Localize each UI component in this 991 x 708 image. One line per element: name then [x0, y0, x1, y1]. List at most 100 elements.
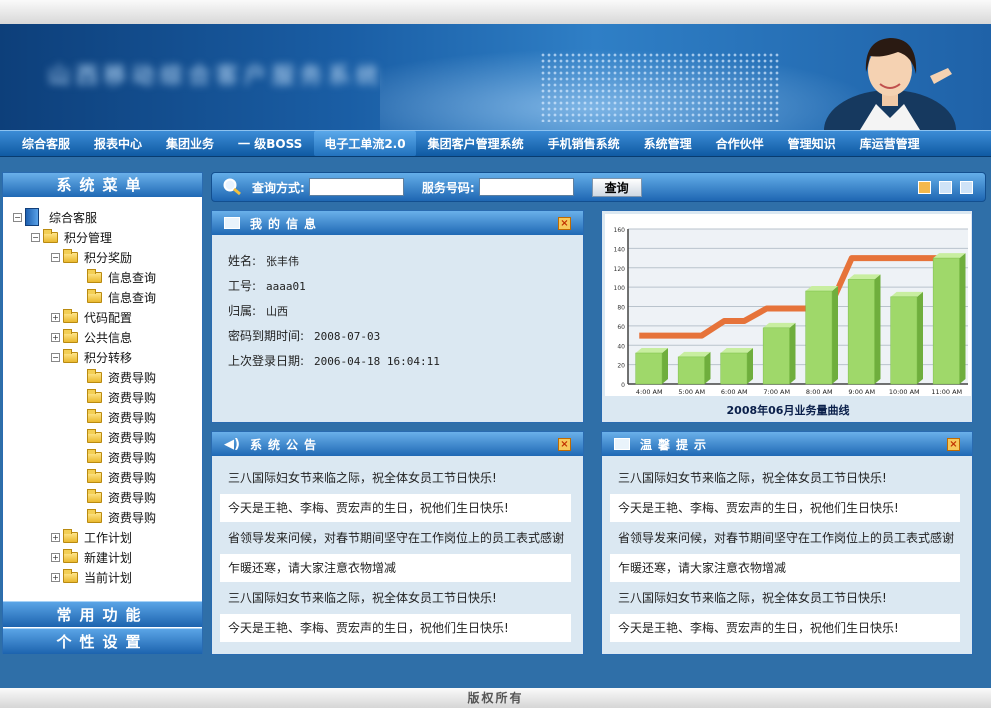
tree-node[interactable]: − 积分奖励 [3, 247, 202, 267]
expand-icon[interactable]: + [51, 552, 60, 562]
list-item[interactable]: 今天是王艳、李梅、贾宏声的生日，祝他们生日快乐! [610, 494, 960, 522]
tree-node-label: 积分奖励 [84, 250, 133, 265]
collapse-icon[interactable]: − [51, 252, 60, 262]
bar-side [704, 351, 711, 384]
tree-node[interactable]: − 积分转移 [3, 347, 202, 367]
tree-node[interactable]: + 代码配置 [3, 307, 202, 327]
tree-node-label: 资费导购 [108, 450, 157, 465]
list-item[interactable]: 省领导发来问候，对春节期间坚守在工作岗位上的员工表式感谢 [610, 524, 960, 552]
collapse-icon[interactable]: − [13, 212, 22, 222]
nav-item-inventory-operations[interactable]: 库运营管理 [848, 135, 932, 152]
tree-node-label: 积分转移 [84, 350, 133, 365]
list-item[interactable]: 乍暖还寒，请大家注意衣物增减 [220, 554, 571, 582]
y-tick-label: 140 [614, 246, 626, 253]
view-panel-icon[interactable] [939, 180, 952, 194]
tree-node[interactable]: 资费导购 [3, 487, 202, 507]
banner-dot-pattern [540, 52, 780, 122]
folder-icon [87, 368, 102, 383]
sidebar-personal-settings[interactable]: 个性设置 [3, 628, 202, 654]
collapse-icon[interactable]: − [31, 232, 40, 242]
folder-icon [63, 528, 78, 543]
list-item[interactable]: 乍暖还寒，请大家注意衣物增减 [610, 554, 960, 582]
tree-node[interactable]: + 新建计划 [3, 547, 202, 567]
tree-node[interactable]: − 积分管理 [3, 227, 202, 247]
bar [805, 290, 833, 385]
list-item[interactable]: 三八国际妇女节来临之际，祝全体女员工节日快乐! [220, 464, 571, 492]
tree-node[interactable]: + 公共信息 [3, 327, 202, 347]
view-list-icon[interactable] [918, 180, 931, 194]
nav-item-customer-service[interactable]: 综合客服 [10, 135, 82, 152]
nav-item-work-order[interactable]: 电子工单流2.0 [314, 131, 416, 156]
nav-item-report-center[interactable]: 报表中心 [82, 135, 154, 152]
list-item[interactable]: 今天是王艳、李梅、贾宏声的生日，祝他们生日快乐! [220, 494, 571, 522]
tree-node[interactable]: 信息查询 [3, 287, 202, 307]
nav-item-group-crm[interactable]: 集团客户管理系统 [416, 135, 536, 152]
tree-node-label: 资费导购 [108, 370, 157, 385]
my-info-header: 我的信息 × [212, 211, 583, 235]
tree-node-label: 当前计划 [84, 570, 133, 585]
x-tick-label: 4:00 AM [636, 388, 663, 396]
query-mode-input[interactable] [308, 178, 404, 196]
tree-node[interactable]: + 工作计划 [3, 527, 202, 547]
nav-item-system-management[interactable]: 系统管理 [632, 135, 704, 152]
tree-node[interactable]: 资费导购 [3, 507, 202, 527]
tree-node[interactable]: 信息查询 [3, 267, 202, 287]
tree-node[interactable]: 资费导购 [3, 467, 202, 487]
nav-item-boss[interactable]: 一 级BOSS [226, 135, 314, 152]
close-icon[interactable]: × [558, 217, 571, 230]
service-number-label: 服务号码: [421, 180, 475, 195]
folder-icon [63, 568, 78, 583]
close-icon[interactable]: × [558, 438, 571, 451]
nav-item-group-business[interactable]: 集团业务 [154, 135, 226, 152]
tree-node[interactable]: 资费导购 [3, 447, 202, 467]
close-icon[interactable]: × [947, 438, 960, 451]
tree-node-label: 信息查询 [108, 290, 157, 305]
tree-node[interactable]: + 当前计划 [3, 567, 202, 587]
search-bar: 查询方式: 服务号码: 查询 [211, 172, 986, 202]
info-row-region: 归属: 山西 [228, 304, 289, 318]
x-tick-label: 9:00 AM [848, 388, 875, 396]
expand-icon[interactable]: + [51, 532, 60, 542]
my-info-panel: 我的信息 × 姓名: 张丰伟 工号: aaaa01 归属: 山西 密码到期时间: 200… [211, 210, 584, 423]
tree-node-label: 公共信息 [84, 330, 133, 345]
list-item[interactable]: 省领导发来问候，对春节期间坚守在工作岗位上的员工表式感谢 [220, 524, 571, 552]
query-button[interactable]: 查询 [591, 177, 642, 197]
bar-side [789, 322, 796, 384]
tree-node[interactable]: 资费导购 [3, 367, 202, 387]
tree-node[interactable]: 资费导购 [3, 387, 202, 407]
copyright: 版权所有 [0, 688, 991, 708]
bar [847, 279, 875, 385]
expand-icon[interactable]: + [51, 332, 60, 342]
y-tick-label: 120 [614, 266, 626, 273]
nav-item-management-knowledge[interactable]: 管理知识 [776, 135, 848, 152]
book-icon [25, 208, 39, 226]
service-number-input[interactable] [478, 178, 574, 196]
tips-list: 三八国际妇女节来临之际，祝全体女员工节日快乐! 今天是王艳、李梅、贾宏声的生日，… [602, 456, 972, 642]
nav-item-partners[interactable]: 合作伙伴 [704, 135, 776, 152]
list-item[interactable]: 今天是王艳、李梅、贾宏声的生日，祝他们生日快乐! [610, 614, 960, 642]
collapse-icon[interactable]: − [51, 352, 60, 362]
list-item[interactable]: 三八国际妇女节来临之际，祝全体女员工节日快乐! [220, 584, 571, 612]
nav-item-phone-sales[interactable]: 手机销售系统 [536, 135, 632, 152]
bar-side [747, 348, 753, 384]
x-tick-label: 8:00 AM [806, 388, 833, 396]
bar-side [959, 253, 966, 384]
tree-node[interactable]: − 综合客服 [3, 207, 202, 227]
view-grid-icon[interactable] [960, 180, 973, 194]
folder-icon [87, 468, 102, 483]
expand-icon[interactable]: + [51, 572, 60, 582]
bar [720, 352, 748, 385]
list-item[interactable]: 三八国际妇女节来临之际，祝全体女员工节日快乐! [610, 464, 960, 492]
expand-icon[interactable]: + [51, 312, 60, 322]
tree-node[interactable]: 资费导购 [3, 427, 202, 447]
folder-icon [63, 348, 78, 363]
list-item[interactable]: 三八国际妇女节来临之际，祝全体女员工节日快乐! [610, 584, 960, 612]
sidebar-common-functions[interactable]: 常用功能 [3, 601, 202, 627]
tree-node[interactable]: 资费导购 [3, 407, 202, 427]
sidebar-header-system-menu[interactable]: 系统菜单 [3, 173, 202, 197]
folder-icon [63, 248, 78, 263]
folder-icon [63, 308, 78, 323]
sidebar: 系统菜单 − 综合客服 − 积分管理 − 积分奖励 信息查询 信息查询 + 代码配置 + 公共信息 − 积… [2, 172, 203, 654]
list-item[interactable]: 今天是王艳、李梅、贾宏声的生日，祝他们生日快乐! [220, 614, 571, 642]
customer-service-agent-image [824, 38, 956, 130]
